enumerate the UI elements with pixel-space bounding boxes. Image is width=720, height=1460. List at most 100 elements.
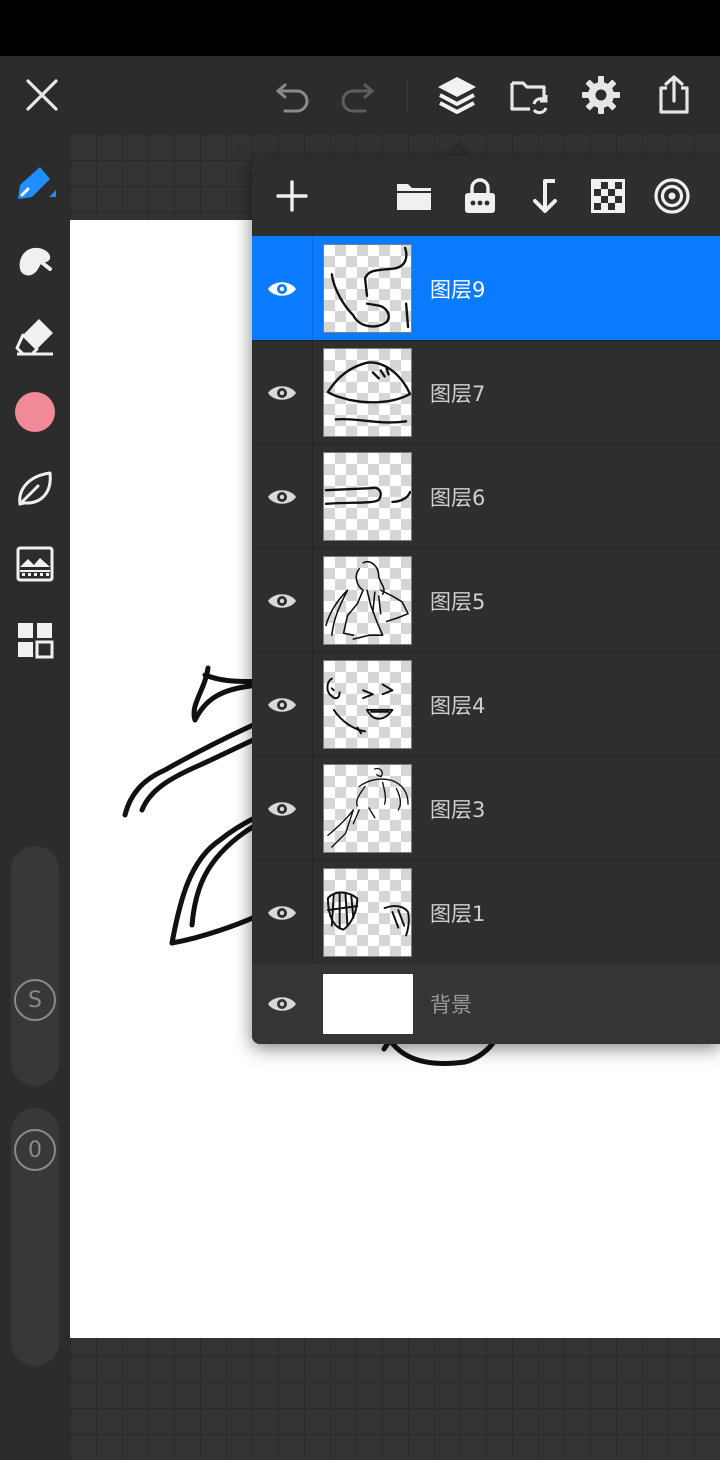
layer-name: 图层9 [430,277,486,302]
visibility-toggle[interactable] [252,757,312,860]
brush-tool-button[interactable] [0,152,70,212]
row-divider [312,653,313,756]
close-button[interactable] [12,56,72,134]
close-icon [26,79,58,111]
eye-icon [268,997,296,1011]
thumbnail-art [330,246,410,329]
layer-name: 图层5 [430,589,486,614]
thumbnail-art [324,486,411,506]
gallery-grid-button[interactable] [0,610,70,670]
layer-row[interactable]: 图层4 [252,652,720,756]
toolbar-divider [407,78,408,112]
gear-icon [582,76,620,114]
visibility-toggle[interactable] [252,549,312,652]
undo-button[interactable] [263,56,323,134]
layer-name: 图层6 [430,485,486,510]
layer-thumbnail [323,660,412,749]
share-button[interactable] [644,56,704,134]
group-folder-button[interactable] [388,170,440,222]
layer-row[interactable]: 图层9 [252,236,720,340]
visibility-toggle[interactable] [252,237,312,340]
transparency-lock-button[interactable] [582,170,634,222]
layer-name: 背景 [430,993,472,1017]
grid-icon [18,623,54,659]
row-divider [312,341,313,444]
merge-down-button[interactable] [518,170,570,222]
redo-button[interactable] [327,56,387,134]
folder-sync-icon [510,81,548,115]
brush-icon [18,167,56,199]
eye-icon [268,801,296,816]
visibility-toggle[interactable] [252,445,312,548]
layer-row[interactable]: 图层6 [252,444,720,548]
color-swatch [15,392,55,432]
eye-icon [268,385,296,400]
visibility-toggle[interactable] [252,653,312,756]
layer-thumbnail [323,764,412,853]
visibility-toggle[interactable] [252,861,312,964]
layer-name: 图层7 [430,381,486,406]
background-color-swatch[interactable] [323,974,413,1034]
layers-button[interactable] [427,56,487,134]
row-divider [312,237,313,340]
opacity-knob[interactable]: 0 [14,1129,56,1171]
layers-panel: 图层9 图层7 图层6 图层5 图层4 图层3 图层1 背景 [252,156,720,1044]
gallery-button[interactable] [499,56,559,134]
color-picker-button[interactable] [0,382,70,442]
merge-down-icon [533,179,557,213]
thumbnail-art [326,891,410,937]
adjustments-button[interactable] [0,534,70,594]
select-layer-content-button[interactable] [646,170,698,222]
eye-icon [268,281,296,296]
settings-button[interactable] [571,56,631,134]
thumbnail-art [326,361,411,424]
thumbnail-art [326,677,394,735]
row-divider [312,861,313,964]
eraser-tool-button[interactable] [0,306,70,366]
layer-name: 图层1 [430,901,486,926]
row-divider [312,757,313,860]
layer-thumbnail [323,348,412,437]
layer-name: 图层4 [430,693,486,718]
layer-thumbnail [323,244,412,333]
lock-icon [465,178,495,213]
thumbnail-art [327,767,409,848]
brush-size-slider[interactable] [11,846,59,1086]
eye-icon [268,905,296,920]
liquify-tool-button[interactable] [0,459,70,519]
status-bar [0,0,720,56]
opacity-knob-label: 0 [28,1137,42,1163]
layer-thumbnail [323,452,412,541]
target-icon [654,178,690,214]
top-toolbar [0,56,720,134]
redo-icon [341,83,374,113]
add-layer-icon [276,180,308,212]
eye-icon [268,697,296,712]
eye-icon [268,489,296,504]
procreate-app: { "toolbar": { "close_icon": "close-icon… [0,0,720,1460]
layer-thumbnail [323,556,412,645]
layer-row[interactable]: 图层3 [252,756,720,860]
visibility-toggle[interactable] [252,341,312,444]
leaf-icon [18,471,52,506]
row-divider [312,445,313,548]
layer-row[interactable]: 图层1 [252,860,720,964]
brush-size-knob[interactable]: S [14,979,56,1021]
background-layer-row[interactable]: 背景 [252,964,720,1044]
layers-panel-header [252,156,720,236]
size-knob-label: S [28,987,42,1013]
layer-row[interactable]: 图层5 [252,548,720,652]
smudge-icon [19,247,52,276]
add-layer-button[interactable] [266,170,318,222]
smudge-tool-button[interactable] [0,230,70,290]
eye-icon [268,593,296,608]
row-divider [312,549,313,652]
layer-row[interactable]: 图层7 [252,340,720,444]
layer-thumbnail [323,868,412,957]
visibility-toggle[interactable] [252,964,312,1044]
thumbnail-art [325,560,409,640]
lock-button[interactable] [454,170,506,222]
folder-icon [397,184,431,210]
checker-icon [591,179,625,213]
undo-icon [276,83,309,113]
